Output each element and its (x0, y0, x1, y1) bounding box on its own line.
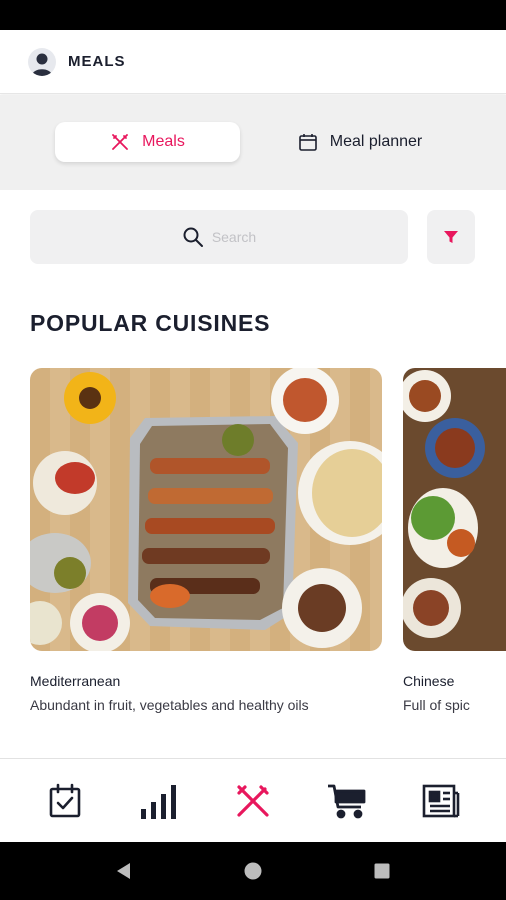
page-title: MEALS (68, 53, 126, 70)
tab-meal-planner[interactable]: Meal planner (280, 122, 440, 162)
tab-meals-label: Meals (142, 133, 185, 150)
app-bar: MEALS (0, 30, 506, 94)
cuisine-card-chinese[interactable]: Chinese Full of spic (403, 368, 506, 713)
status-bar (0, 0, 506, 30)
avatar[interactable] (28, 47, 56, 76)
search-placeholder: Search (211, 229, 257, 245)
cart-icon (327, 783, 367, 819)
fork-knife-icon (110, 132, 130, 152)
segmented-control: Meals Meal planner (0, 95, 506, 190)
home-icon[interactable] (243, 861, 263, 881)
nav-planner[interactable] (35, 771, 95, 831)
newspaper-icon (422, 783, 460, 819)
recents-icon[interactable] (372, 861, 392, 881)
cuisine-description: Abundant in fruit, vegetables and health… (30, 697, 309, 713)
tab-meal-planner-label: Meal planner (329, 133, 423, 150)
back-icon[interactable] (114, 861, 134, 881)
filter-icon (443, 229, 459, 245)
search-input[interactable]: Search (30, 210, 408, 264)
cuisine-image-chinese (403, 368, 506, 651)
system-navigation-bar (0, 842, 506, 900)
calendar-check-icon (48, 783, 82, 819)
cuisine-description: Full of spic (403, 697, 470, 713)
cuisine-carousel[interactable]: Mediterranean Abundant in fruit, vegetab… (30, 368, 506, 718)
filter-button[interactable] (427, 210, 475, 264)
cuisine-name: Chinese (403, 673, 455, 689)
nav-shopping[interactable] (317, 771, 377, 831)
fork-knife-icon (234, 782, 272, 820)
calendar-icon (298, 132, 318, 152)
section-title: POPULAR CUISINES (30, 310, 271, 336)
cuisine-card-mediterranean[interactable]: Mediterranean Abundant in fruit, vegetab… (30, 368, 382, 713)
bottom-navigation (0, 758, 506, 842)
tab-meals[interactable]: Meals (55, 122, 240, 162)
cuisine-image-mediterranean (30, 368, 382, 651)
nav-news[interactable] (411, 771, 471, 831)
nav-meals[interactable] (223, 771, 283, 831)
nav-stats[interactable] (129, 771, 189, 831)
search-icon (182, 226, 204, 248)
bar-chart-icon (139, 783, 179, 819)
cuisine-name: Mediterranean (30, 673, 121, 689)
user-icon (32, 53, 52, 76)
